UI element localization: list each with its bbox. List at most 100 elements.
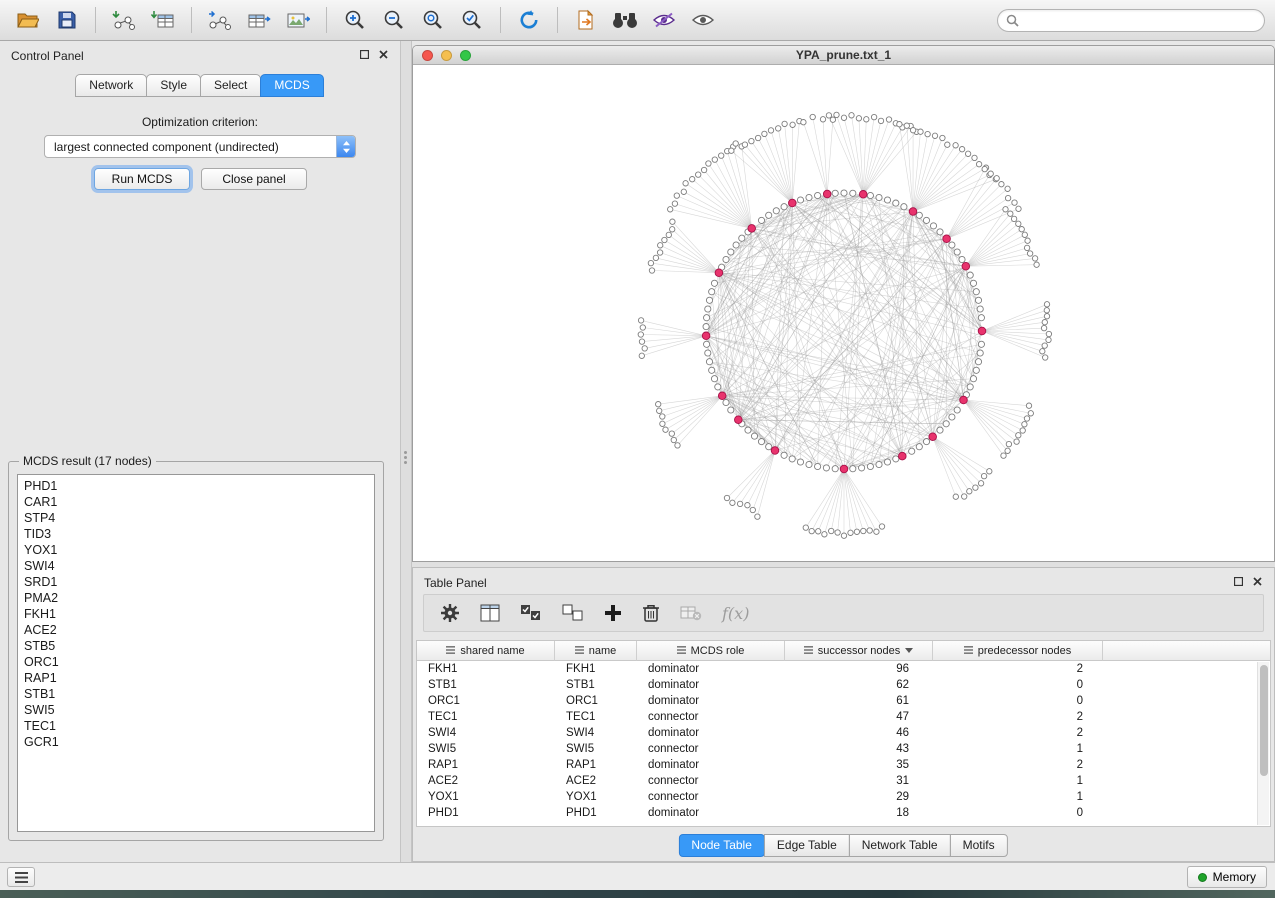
network-node[interactable] <box>923 217 929 223</box>
network-node[interactable] <box>801 120 806 125</box>
hide-selected-button[interactable] <box>646 4 682 36</box>
network-node[interactable] <box>755 514 760 519</box>
table-row[interactable]: FKH1FKH1dominator962 <box>417 661 1270 677</box>
network-node[interactable] <box>663 427 668 432</box>
network-node[interactable] <box>690 177 695 182</box>
deselect-all-columns-button[interactable] <box>562 604 584 622</box>
mcds-result-item[interactable]: STB5 <box>18 638 374 654</box>
network-hub-node[interactable] <box>859 191 867 199</box>
network-node[interactable] <box>1016 206 1021 211</box>
network-node[interactable] <box>669 431 674 436</box>
network-node[interactable] <box>1012 200 1017 205</box>
network-node[interactable] <box>704 341 710 347</box>
tab-network-table[interactable]: Network Table <box>849 834 951 857</box>
network-node[interactable] <box>874 529 879 534</box>
network-node[interactable] <box>954 407 960 413</box>
network-node[interactable] <box>1040 349 1045 354</box>
network-node[interactable] <box>638 332 643 337</box>
network-node[interactable] <box>967 272 973 278</box>
network-node[interactable] <box>988 171 993 176</box>
network-node[interactable] <box>1042 343 1047 348</box>
float-panel-icon[interactable] <box>1234 577 1243 586</box>
network-node[interactable] <box>1001 453 1006 458</box>
network-node[interactable] <box>662 237 667 242</box>
network-node[interactable] <box>965 151 970 156</box>
network-node[interactable] <box>649 268 654 273</box>
network-node[interactable] <box>1027 251 1032 256</box>
network-node[interactable] <box>1008 211 1013 216</box>
network-node[interactable] <box>856 116 861 121</box>
show-columns-button[interactable] <box>480 604 500 622</box>
function-builder-button[interactable]: f(x) <box>722 604 749 623</box>
network-node[interactable] <box>975 359 981 365</box>
network-node[interactable] <box>975 297 981 303</box>
network-node[interactable] <box>1005 186 1010 191</box>
network-node[interactable] <box>973 367 979 373</box>
network-node[interactable] <box>739 235 745 241</box>
save-button[interactable] <box>49 4 85 36</box>
table-row[interactable]: STB1STB1dominator620 <box>417 677 1270 693</box>
network-node[interactable] <box>1016 221 1021 226</box>
network-node[interactable] <box>861 528 866 533</box>
window-zoom-button[interactable] <box>460 50 471 61</box>
network-node[interactable] <box>709 367 715 373</box>
network-hub-node[interactable] <box>715 269 723 277</box>
network-node[interactable] <box>723 399 729 405</box>
copy-document-button[interactable] <box>568 4 604 36</box>
network-node[interactable] <box>925 131 930 136</box>
search-network-button[interactable] <box>607 4 643 36</box>
network-node[interactable] <box>871 114 876 119</box>
network-node[interactable] <box>758 439 764 445</box>
refresh-button[interactable] <box>511 4 547 36</box>
network-node[interactable] <box>886 117 891 122</box>
network-node[interactable] <box>660 421 665 426</box>
network-node[interactable] <box>750 507 755 512</box>
network-node[interactable] <box>706 297 712 303</box>
network-node[interactable] <box>639 353 644 358</box>
optimization-criterion-select[interactable]: largest connected component (undirected) <box>44 135 356 158</box>
network-node[interactable] <box>1032 256 1037 261</box>
network-node[interactable] <box>674 193 679 198</box>
network-node[interactable] <box>719 153 724 158</box>
network-node[interactable] <box>806 461 812 467</box>
mcds-result-item[interactable]: SWI5 <box>18 702 374 718</box>
network-node[interactable] <box>745 503 750 508</box>
network-node[interactable] <box>681 189 686 194</box>
network-node[interactable] <box>711 376 717 382</box>
network-node[interactable] <box>897 122 902 127</box>
memory-button[interactable]: Memory <box>1187 866 1267 888</box>
network-node[interactable] <box>810 114 815 119</box>
network-node[interactable] <box>803 525 808 530</box>
network-node[interactable] <box>987 469 992 474</box>
network-node[interactable] <box>876 194 882 200</box>
table-row[interactable]: TEC1TEC1connector472 <box>417 709 1270 725</box>
network-node[interactable] <box>733 141 738 146</box>
network-node[interactable] <box>1034 262 1039 267</box>
network-node[interactable] <box>815 463 821 469</box>
mcds-result-list[interactable]: PHD1CAR1STP4TID3YOX1SWI4SRD1PMA2FKH1ACE2… <box>17 474 375 832</box>
network-node[interactable] <box>864 117 869 122</box>
delete-column-button[interactable] <box>642 603 660 623</box>
network-node[interactable] <box>909 448 915 454</box>
network-node[interactable] <box>943 421 949 427</box>
network-node[interactable] <box>1044 302 1049 307</box>
network-node[interactable] <box>696 172 701 177</box>
network-node[interactable] <box>1020 428 1025 433</box>
network-node[interactable] <box>850 190 856 196</box>
table-row[interactable]: ACE2ACE2connector311 <box>417 773 1270 789</box>
network-hub-node[interactable] <box>823 190 831 198</box>
network-node[interactable] <box>978 341 984 347</box>
network-node[interactable] <box>959 147 964 152</box>
network-node[interactable] <box>982 166 987 171</box>
vertical-splitter[interactable] <box>400 41 412 862</box>
network-node[interactable] <box>658 243 663 248</box>
network-node[interactable] <box>762 131 767 136</box>
network-node[interactable] <box>850 466 856 472</box>
network-node[interactable] <box>742 142 747 147</box>
network-node[interactable] <box>976 162 981 167</box>
import-table-button[interactable] <box>145 4 181 36</box>
network-hub-node[interactable] <box>962 262 970 270</box>
network-hub-node[interactable] <box>909 208 917 216</box>
network-node[interactable] <box>724 495 729 500</box>
network-node[interactable] <box>670 227 675 232</box>
